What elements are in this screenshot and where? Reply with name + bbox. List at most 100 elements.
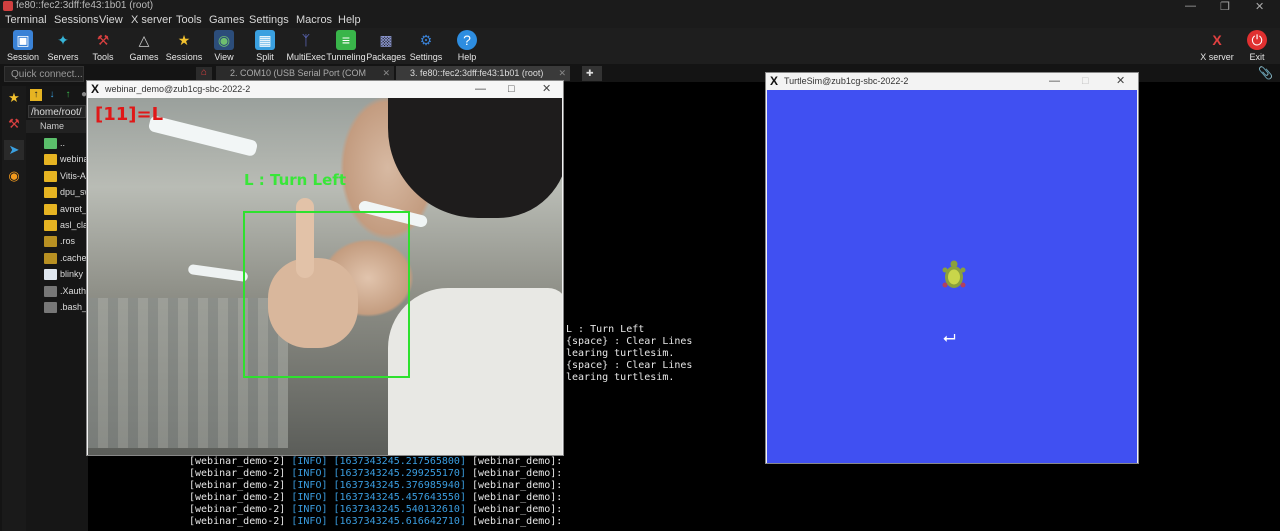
folder-icon (44, 154, 57, 166)
ceiling-light (187, 263, 249, 283)
file-item[interactable]: webinar (44, 152, 88, 168)
folder-icon (44, 187, 57, 199)
menu-help[interactable]: Help (338, 14, 361, 26)
download-icon[interactable]: ↓ (46, 89, 58, 101)
log-line: [webinar_demo-2] [INFO] [1637343245.6166… (189, 516, 563, 527)
quick-connect-input[interactable]: Quick connect... (4, 66, 84, 82)
turtlesim-window[interactable]: X TurtleSim@zub1cg-sbc-2022-2 — □ ✕ ⮠ (765, 72, 1139, 464)
window-titlebar: fe80::fec2:3dff:fe43:1b01 (root) — ❐ ✕ (0, 0, 1280, 13)
turtle-icon (942, 260, 966, 288)
menu-games[interactable]: Games (209, 14, 244, 26)
log-line: [webinar_demo-2] [INFO] [1637343245.5401… (189, 504, 563, 515)
folder-icon (44, 220, 57, 232)
folder-icon (44, 171, 57, 183)
x-logo-icon: X (770, 74, 779, 88)
terminal-line: {space} : Clear Lines (566, 360, 693, 371)
file-item[interactable]: .. (44, 136, 88, 152)
new-tab-button[interactable]: ✚ (582, 66, 602, 81)
prediction-label: [11]=L (95, 104, 164, 125)
menu-settings[interactable]: Settings (249, 14, 289, 26)
name-column-header[interactable]: Name (26, 120, 88, 133)
webinar-window-titlebar[interactable]: X webinar_demo@zub1cg-sbc-2022-2 — □ ✕ (87, 81, 563, 98)
file-item[interactable]: .bash_h (44, 300, 88, 316)
tools-icon: ⚒ (96, 32, 110, 48)
file-item[interactable]: dpu_sw (44, 185, 88, 201)
file-item[interactable]: Vitis-AI (44, 169, 88, 185)
ceiling-light (147, 114, 259, 158)
close-button[interactable]: ✕ (1255, 0, 1264, 13)
mouse-cursor-icon: ⮠ (943, 330, 956, 347)
help-icon: ? (457, 30, 477, 50)
window-title: fe80::fec2:3dff:fe43:1b01 (root) (16, 0, 154, 11)
file-item[interactable]: .cache (44, 251, 88, 267)
menu-xserver[interactable]: X server (131, 14, 172, 26)
person-shirt (388, 288, 562, 455)
tab-close-icon[interactable]: ✕ (382, 66, 390, 81)
tools-icon[interactable]: ⚒ (4, 114, 24, 134)
terminal-line: L : Turn Left (566, 324, 645, 335)
tab-com10[interactable]: 2. COM10 (USB Serial Port (COM ✕ (216, 66, 394, 81)
camera-feed: [11]=L L : Turn Left (88, 98, 562, 455)
upload-icon[interactable]: ↑ (62, 89, 74, 101)
file-item[interactable]: asl_clas (44, 218, 88, 234)
file-item[interactable]: .ros (44, 234, 88, 250)
log-line: [webinar_demo-2] [INFO] [1637343245.2175… (189, 456, 563, 467)
action-label: L : Turn Left (244, 171, 346, 189)
split-icon: ▦ (255, 30, 275, 50)
xserver-icon: X (1212, 32, 1222, 48)
log-line: [webinar_demo-2] [INFO] [1637343245.3769… (189, 480, 563, 491)
file-item[interactable]: .Xautho (44, 284, 88, 300)
minimize-button[interactable]: — (1185, 0, 1196, 12)
maximize-button[interactable]: ❐ (1220, 0, 1230, 13)
menu-sessions[interactable]: Sessions (54, 14, 99, 26)
path-input[interactable]: /home/root/ (28, 105, 86, 118)
settings-icon: ⚙ (419, 32, 433, 48)
menu-macros[interactable]: Macros (296, 14, 332, 26)
main-toolbar: ▣ Session ✦ Servers ⚒ Tools △ Games ★ Se… (0, 28, 1280, 64)
tab-close-icon[interactable]: ✕ (558, 66, 566, 81)
folder-up-icon[interactable]: ↑ (30, 89, 42, 101)
macros-icon[interactable]: ◉ (4, 166, 24, 186)
close-button[interactable]: ✕ (542, 81, 551, 98)
folder-icon (44, 204, 57, 216)
minimize-button[interactable]: — (475, 81, 486, 98)
menu-bar: Terminal Sessions View X server Tools Ga… (0, 13, 1280, 28)
star-icon: ★ (177, 32, 191, 48)
terminal-line: {space} : Clear Lines (566, 336, 693, 347)
packages-icon: ▩ (379, 32, 393, 48)
attach-icon[interactable]: 📎 (1258, 66, 1273, 80)
log-line: [webinar_demo-2] [INFO] [1637343245.4576… (189, 492, 563, 503)
tab-fe80[interactable]: 3. fe80::fec2:3dff:fe43:1b01 (root) ✕ (396, 66, 570, 81)
webinar-demo-window[interactable]: X webinar_demo@zub1cg-sbc-2022-2 — □ ✕ [… (86, 80, 564, 456)
session-icon: ▣ (13, 30, 33, 50)
file-item[interactable]: blinky (44, 267, 88, 283)
maximize-button[interactable]: □ (1082, 73, 1089, 90)
sftp-icon[interactable]: ➤ (4, 140, 24, 160)
turtlesim-window-titlebar[interactable]: X TurtleSim@zub1cg-sbc-2022-2 — □ ✕ (766, 73, 1138, 90)
view-icon: ◉ (214, 30, 234, 50)
menu-tools[interactable]: Tools (176, 14, 202, 26)
servers-icon: ✦ (57, 32, 69, 48)
turtlesim-canvas[interactable]: ⮠ (767, 90, 1137, 463)
terminal-line: learing turtlesim. (566, 348, 675, 359)
folder-icon (44, 253, 57, 265)
person-hair (388, 98, 562, 218)
menu-view[interactable]: View (99, 14, 123, 26)
tunneling-icon: ≡ (336, 30, 356, 50)
turtlesim-window-title: TurtleSim@zub1cg-sbc-2022-2 (784, 76, 909, 86)
x-logo-icon: X (91, 82, 100, 96)
multiexec-icon: ᛉ (301, 32, 311, 48)
app-icon (3, 1, 13, 11)
detection-box (243, 211, 410, 378)
session-tabs: 2. COM10 (USB Serial Port (COM ✕ 3. fe80:… (190, 66, 610, 81)
toolbar-help-button[interactable]: ? Help (442, 28, 492, 62)
folder-icon (44, 236, 57, 248)
menu-terminal[interactable]: Terminal (5, 14, 47, 26)
close-button[interactable]: ✕ (1116, 73, 1125, 90)
webinar-window-title: webinar_demo@zub1cg-sbc-2022-2 (105, 84, 251, 94)
toolbar-exit-button[interactable]: ⏻ Exit (1232, 28, 1280, 62)
sessions-star-icon[interactable]: ★ (4, 88, 24, 108)
maximize-button[interactable]: □ (508, 81, 515, 98)
minimize-button[interactable]: — (1049, 73, 1060, 90)
file-item[interactable]: avnet_c (44, 202, 88, 218)
